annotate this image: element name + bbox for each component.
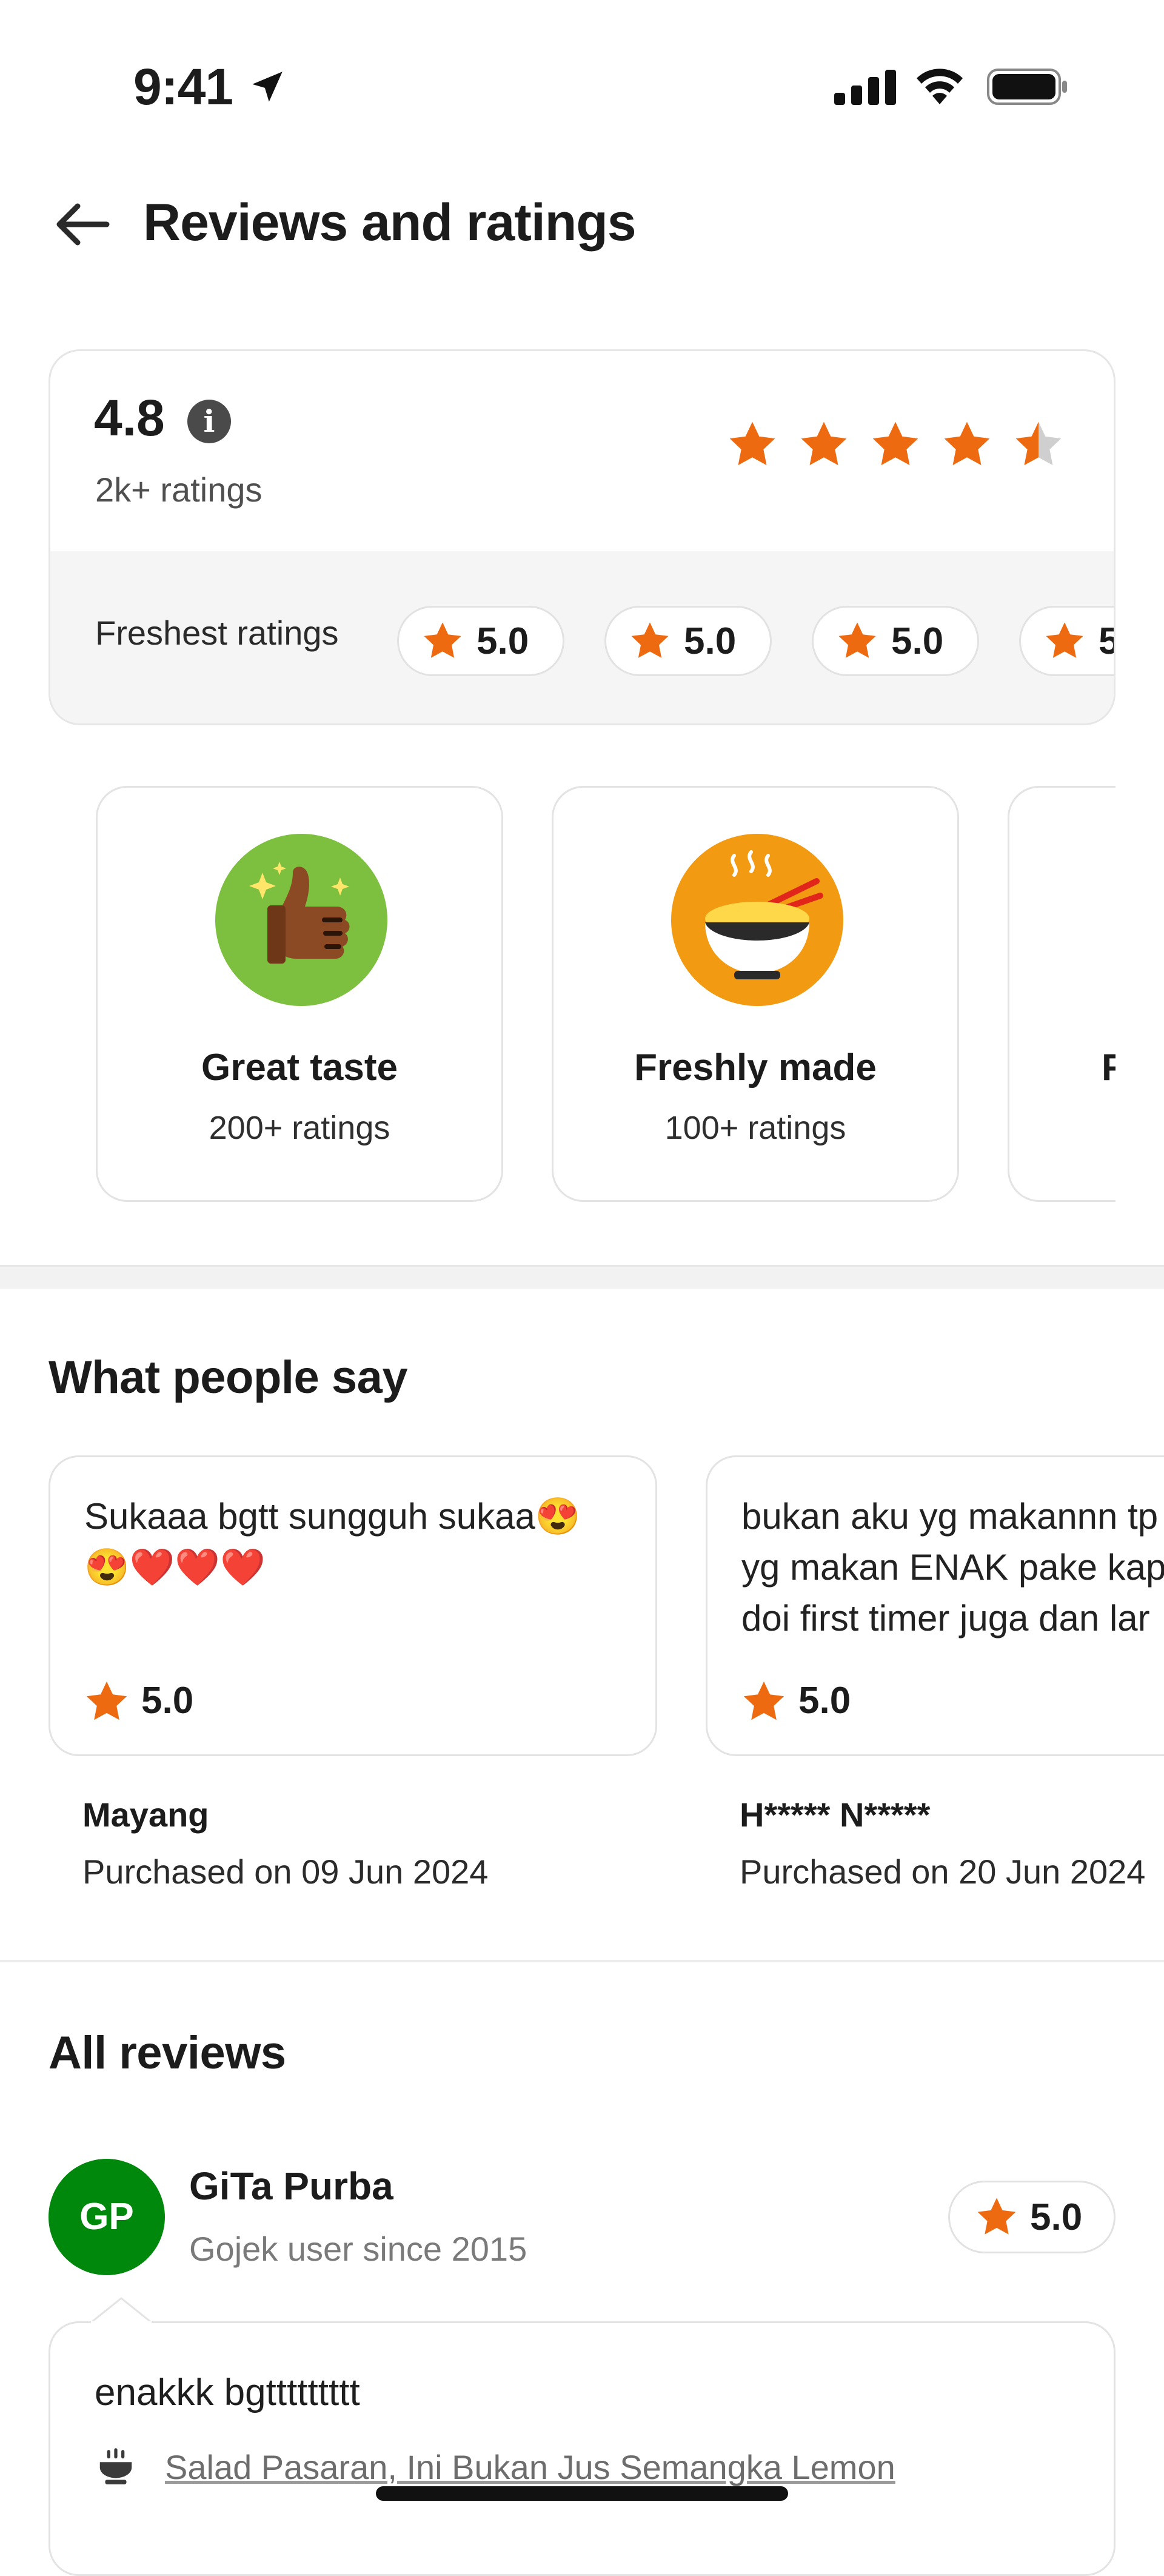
fresh-rating-value: 5 [1099, 620, 1114, 663]
wifi-icon [917, 69, 963, 104]
star-icon [628, 619, 672, 663]
star-icon [740, 1678, 788, 1725]
fresh-rating-chip[interactable]: 5.0 [604, 606, 772, 676]
review-snippet-card[interactable]: bukan aku yg makannn tp yg makan ENAK pa… [706, 1455, 1164, 1756]
reviewer-name: H***** N***** [740, 1796, 931, 1834]
info-icon[interactable]: i [187, 400, 231, 443]
location-arrow-icon [252, 72, 283, 102]
fresh-rating-value: 5.0 [477, 620, 529, 662]
review-user-name: GiTa Purba [189, 2164, 393, 2208]
star-icon [835, 619, 879, 663]
fresh-rating-value: 5.0 [891, 620, 944, 662]
highlights-carousel[interactable]: Great taste 200+ ratings Freshly made 10… [0, 786, 1116, 1210]
page-title: Reviews and ratings [143, 193, 637, 252]
thumbs-up-icon [215, 834, 387, 1006]
review-snippet-text: Sukaaa bgtt sungguh sukaa😍 😍❤️❤️❤️ [84, 1496, 581, 1588]
home-indicator [376, 2486, 788, 2501]
what-people-say-carousel[interactable]: Sukaaa bgtt sungguh sukaa😍 😍❤️❤️❤️ 5.0 M… [0, 1455, 1164, 1916]
review-user-since: Gojek user since 2015 [189, 2230, 527, 2268]
highlight-title: Great taste [201, 1047, 398, 1088]
dish-icon [99, 2448, 132, 2484]
star-rating-display [726, 418, 1065, 471]
rating-count: 2k+ ratings [95, 471, 263, 509]
review-snippet-rating: 5.0 [141, 1680, 194, 1722]
battery-icon [987, 69, 1067, 105]
status-time: 9:41 [133, 58, 233, 115]
review-snippet-card[interactable]: Sukaaa bgtt sungguh sukaa😍 😍❤️❤️❤️ 5.0 [48, 1455, 657, 1756]
noodle-bowl-icon [671, 834, 843, 1006]
reviewer-name: Mayang [82, 1796, 209, 1834]
section-divider [0, 1265, 1164, 1289]
fresh-rating-chip[interactable]: 5.0 [812, 606, 979, 676]
highlight-card-great-taste[interactable]: Great taste 200+ ratings [96, 786, 503, 1202]
highlight-card-freshly-made[interactable]: Freshly made 100+ ratings [552, 786, 959, 1202]
star-icon [726, 418, 779, 471]
bubble-tail [91, 2297, 152, 2324]
fresh-rating-chip[interactable]: 5 [1019, 606, 1114, 676]
what-people-say-title: What people say [48, 1352, 408, 1403]
purchase-date: Purchased on 20 Jun 2024 [740, 1853, 1146, 1891]
rating-summary-card: 4.8 i 2k+ ratings Freshest ratings 5.0 5… [48, 349, 1116, 725]
star-icon [974, 2195, 1019, 2239]
star-icon [421, 619, 464, 663]
star-icon [1043, 619, 1086, 663]
overall-rating: 4.8 [94, 389, 165, 446]
half-star-icon [1012, 418, 1065, 471]
all-reviews-title: All reviews [48, 2027, 286, 2079]
star-icon [797, 418, 851, 471]
review-rating-chip: 5.0 [948, 2181, 1116, 2253]
star-icon [940, 418, 994, 471]
review-text: enakkk bgttttttttt [95, 2372, 360, 2413]
highlight-count: 200+ ratings [209, 1110, 390, 1146]
fresh-rating-value: 5.0 [684, 620, 737, 662]
star-icon [869, 418, 922, 471]
cellular-signal-icon [834, 70, 896, 105]
review-snippet-text: bukan aku yg makannn tp yg makan ENAK pa… [741, 1496, 1164, 1639]
star-icon [83, 1678, 130, 1725]
highlight-card-partial[interactable]: F [1008, 786, 1116, 1202]
highlight-title: F [1102, 1047, 1116, 1088]
ordered-dish-link[interactable]: Salad Pasaran, Ini Bukan Jus Semangka Le… [165, 2447, 895, 2487]
avatar: GP [48, 2159, 165, 2275]
back-arrow-icon[interactable] [53, 200, 112, 249]
review-snippet-rating: 5.0 [798, 1680, 851, 1722]
fresh-rating-chip[interactable]: 5.0 [397, 606, 564, 676]
purchase-date: Purchased on 09 Jun 2024 [82, 1853, 489, 1891]
highlight-count: 100+ ratings [664, 1110, 846, 1146]
freshest-ratings-label: Freshest ratings [95, 614, 339, 652]
highlight-title: Freshly made [634, 1047, 877, 1088]
section-divider [0, 1960, 1164, 1962]
review-rating-value: 5.0 [1030, 2196, 1083, 2238]
